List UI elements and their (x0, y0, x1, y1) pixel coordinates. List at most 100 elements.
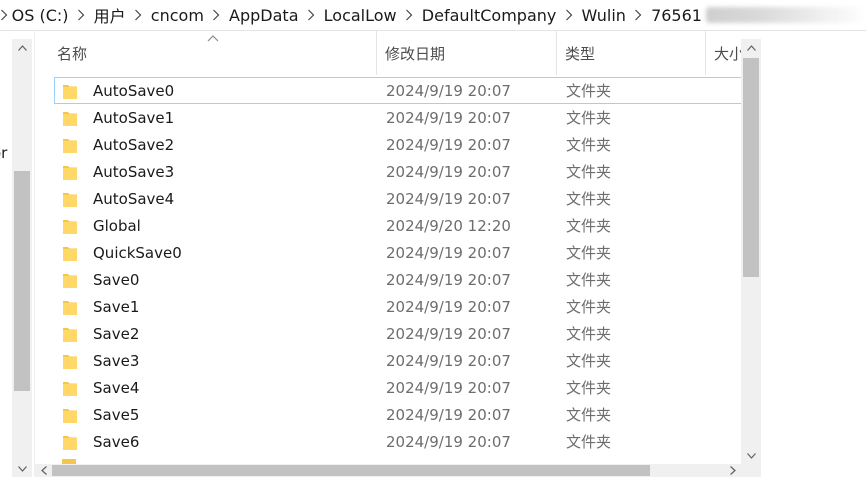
file-type: 文件夹 (566, 325, 612, 343)
file-date: 2024/9/19 20:07 (386, 189, 511, 208)
folder-icon (63, 219, 77, 234)
file-name-cell: AutoSave1 (55, 109, 378, 127)
file-name-cell: AutoSave3 (55, 163, 378, 181)
horizontal-scrollbar[interactable] (35, 464, 741, 477)
file-type: 文件夹 (566, 244, 612, 262)
file-name-cell: AutoSave4 (55, 190, 378, 208)
breadcrumb-item-user[interactable]: cncom (149, 6, 206, 25)
file-name: AutoSave1 (93, 108, 175, 127)
breadcrumb-item-drive[interactable]: OS (C:) (10, 6, 71, 25)
file-type: 文件夹 (566, 136, 612, 154)
file-row[interactable]: Save1 2024/9/19 20:07 文件夹 (54, 293, 742, 320)
file-date: 2024/9/19 20:07 (386, 351, 511, 370)
file-date: 2024/9/19 20:07 (386, 162, 511, 181)
folder-icon (63, 435, 77, 450)
chevron-right-icon[interactable] (628, 5, 649, 25)
file-date: 2024/9/19 20:07 (386, 324, 511, 343)
breadcrumb[interactable]: OS (C:) 用户 cncom AppData LocalLow Defaul… (0, 0, 866, 31)
navigation-pane[interactable]: or (0, 31, 35, 477)
file-date: 2024/9/19 20:07 (386, 297, 511, 316)
file-name: Global (93, 216, 141, 235)
scroll-down-arrow-icon[interactable] (12, 460, 32, 477)
file-list: AutoSave0 2024/9/19 20:07 文件夹 AutoSave1 … (54, 77, 742, 455)
column-header-name[interactable]: 名称 (35, 31, 377, 75)
file-name: Save6 (93, 432, 140, 451)
vertical-scrollbar-thumb[interactable] (743, 58, 759, 277)
file-date: 2024/9/19 20:07 (386, 432, 511, 451)
scroll-up-arrow-icon[interactable] (741, 39, 761, 56)
breadcrumb-item-wulin[interactable]: Wulin (580, 6, 628, 25)
column-header-name-label: 名称 (57, 44, 88, 63)
file-name-cell: Global (55, 217, 378, 235)
file-row[interactable]: Save5 2024/9/19 20:07 文件夹 (54, 401, 742, 428)
breadcrumb-item-appdata[interactable]: AppData (227, 6, 300, 25)
chevron-right-icon[interactable] (206, 5, 227, 25)
redacted-text (705, 7, 866, 23)
file-date: 2024/9/19 20:07 (386, 108, 511, 127)
file-type: 文件夹 (566, 190, 612, 208)
folder-icon (63, 84, 77, 99)
chevron-right-icon[interactable] (71, 5, 92, 25)
breadcrumb-item-locallow[interactable]: LocalLow (322, 6, 399, 25)
column-header-size-label: 大小 (714, 44, 743, 63)
chevron-right-icon (0, 5, 10, 25)
vertical-scrollbar[interactable] (741, 39, 761, 464)
file-row[interactable]: Global 2024/9/20 12:20 文件夹 (54, 212, 742, 239)
file-row[interactable]: AutoSave3 2024/9/19 20:07 文件夹 (54, 158, 742, 185)
breadcrumb-item-current-label: 76561 (651, 5, 702, 25)
file-type: 文件夹 (566, 217, 612, 235)
folder-icon (63, 192, 77, 207)
file-type: 文件夹 (566, 379, 612, 397)
file-name: Save0 (93, 270, 140, 289)
file-name: Save3 (93, 351, 140, 370)
scroll-right-arrow-icon[interactable] (724, 464, 741, 477)
file-row[interactable]: AutoSave0 2024/9/19 20:07 文件夹 (54, 77, 742, 104)
sort-ascending-icon (207, 35, 219, 42)
chevron-right-icon[interactable] (558, 5, 579, 25)
folder-icon (63, 381, 77, 396)
file-name: QuickSave0 (93, 243, 182, 262)
file-row[interactable]: AutoSave2 2024/9/19 20:07 文件夹 (54, 131, 742, 158)
column-header-type[interactable]: 类型 (557, 31, 706, 75)
breadcrumb-item-current[interactable]: 76561 (649, 6, 866, 25)
horizontal-scrollbar-thumb[interactable] (52, 465, 650, 476)
file-row[interactable]: AutoSave1 2024/9/19 20:07 文件夹 (54, 104, 742, 131)
file-row[interactable]: Save2 2024/9/19 20:07 文件夹 (54, 320, 742, 347)
file-list-pane[interactable]: 名称 修改日期 类型 大小 AutoSave0 2024/9/19 20:07 … (35, 31, 866, 477)
file-type: 文件夹 (566, 109, 612, 127)
file-row[interactable]: AutoSave4 2024/9/19 20:07 文件夹 (54, 185, 742, 212)
chevron-right-icon[interactable] (128, 5, 149, 25)
file-explorer-window: OS (C:) 用户 cncom AppData LocalLow Defaul… (0, 0, 866, 477)
folder-icon (63, 165, 77, 180)
file-date: 2024/9/19 20:07 (386, 81, 511, 100)
file-row[interactable]: Save3 2024/9/19 20:07 文件夹 (54, 347, 742, 374)
breadcrumb-item-defaultcompany[interactable]: DefaultCompany (420, 6, 559, 25)
file-row[interactable]: Save4 2024/9/19 20:07 文件夹 (54, 374, 742, 401)
file-name: Save5 (93, 405, 140, 424)
scrollbar-corner (741, 464, 761, 477)
scroll-left-arrow-icon[interactable] (35, 464, 52, 477)
file-row[interactable]: QuickSave0 2024/9/19 20:07 文件夹 (54, 239, 742, 266)
column-header-size[interactable]: 大小 (706, 31, 743, 75)
folder-icon (63, 327, 77, 342)
scroll-up-arrow-icon[interactable] (12, 39, 32, 56)
chevron-right-icon[interactable] (301, 5, 322, 25)
nav-item-label[interactable]: or (0, 144, 7, 162)
file-name: Save4 (93, 378, 140, 397)
column-header-date[interactable]: 修改日期 (377, 31, 557, 75)
column-header-date-label: 修改日期 (385, 44, 446, 63)
nav-scrollbar-thumb[interactable] (14, 171, 30, 391)
chevron-right-icon[interactable] (399, 5, 420, 25)
file-row[interactable]: Save0 2024/9/19 20:07 文件夹 (54, 266, 742, 293)
file-name: AutoSave3 (93, 162, 175, 181)
file-type: 文件夹 (566, 163, 612, 181)
breadcrumb-item-users[interactable]: 用户 (92, 3, 128, 27)
scroll-down-arrow-icon[interactable] (741, 447, 761, 464)
file-type: 文件夹 (566, 82, 612, 100)
folder-icon (63, 246, 77, 261)
file-name: Save1 (93, 297, 140, 316)
nav-vertical-scrollbar[interactable] (12, 39, 32, 477)
file-row[interactable]: Save6 2024/9/19 20:07 文件夹 (54, 428, 742, 455)
file-type: 文件夹 (566, 433, 612, 451)
folder-icon (63, 111, 77, 126)
